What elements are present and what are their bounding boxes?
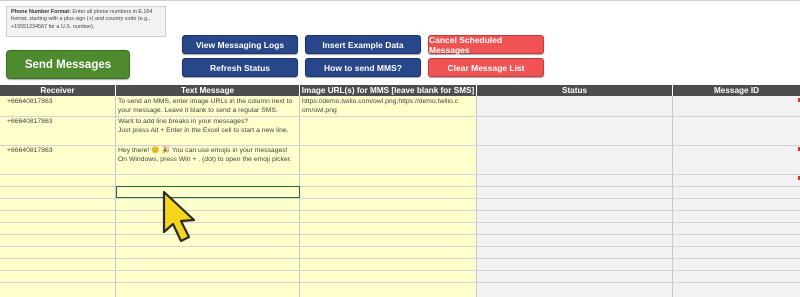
status-column[interactable] <box>477 96 673 297</box>
how-to-send-mms-button[interactable]: How to send MMS? <box>305 58 421 77</box>
insert-example-data-button[interactable]: Insert Example Data <box>305 35 421 54</box>
view-messaging-logs-button[interactable]: View Messaging Logs <box>182 35 298 54</box>
row-divider <box>0 282 800 283</box>
send-messages-button[interactable]: Send Messages <box>6 50 130 79</box>
receiver-cell[interactable]: +66640817863 <box>7 118 53 127</box>
image-url-line[interactable]: https://demo.twilio.com/owl.png;https://… <box>302 98 458 107</box>
row-divider <box>0 145 800 146</box>
phone-format-note: Phone Number Format: Enter all phone num… <box>6 6 166 37</box>
text-message-line[interactable]: On Windows, press Win + . (dot) to open … <box>118 156 292 165</box>
image-url-line[interactable]: om/owl.png <box>302 107 337 116</box>
refresh-status-button[interactable]: Refresh Status <box>182 58 298 77</box>
message-id-column[interactable] <box>673 96 800 297</box>
text-message-line[interactable]: To send an MMS, enter image URLs in the … <box>118 98 292 107</box>
mouse-pointer-icon <box>162 190 196 243</box>
row-divider <box>0 234 800 235</box>
header-text-message[interactable]: Text Message <box>116 85 300 96</box>
row-divider <box>0 246 800 247</box>
text-message-line[interactable]: Hey there! 😊 🎉 You can use emojis in you… <box>118 147 288 156</box>
header-message-id[interactable]: Message ID <box>673 85 800 96</box>
message-sheet: Receiver Text Message Image URL(s) for M… <box>0 85 800 297</box>
row-divider <box>0 198 800 199</box>
row-divider <box>0 258 800 259</box>
row-divider <box>0 174 800 175</box>
row-divider <box>0 116 800 117</box>
header-image-urls[interactable]: Image URL(s) for MMS [leave blank for SM… <box>300 85 477 96</box>
row-divider <box>0 270 800 271</box>
text-message-line[interactable]: your message. Leave it blank to send a r… <box>118 107 278 116</box>
row-divider <box>0 222 800 223</box>
receiver-cell[interactable]: +66640817863 <box>7 147 53 156</box>
text-message-line[interactable]: Want to add line breaks in your messages… <box>118 118 248 127</box>
cancel-scheduled-messages-button[interactable]: Cancel Scheduled Messages <box>428 35 544 55</box>
receiver-cell[interactable]: +66640817863 <box>7 98 53 107</box>
text-message-line[interactable]: Just press Alt + Enter in the Excel cell… <box>118 127 289 136</box>
active-cell-selection[interactable] <box>116 186 300 198</box>
clear-message-list-button[interactable]: Clear Message List <box>428 58 544 77</box>
top-border <box>0 0 800 1</box>
header-receiver[interactable]: Receiver <box>0 85 116 96</box>
note-heading: Phone Number Format: <box>11 9 71 15</box>
row-divider <box>0 210 800 211</box>
header-status[interactable]: Status <box>477 85 673 96</box>
image-url-column[interactable] <box>300 96 477 297</box>
